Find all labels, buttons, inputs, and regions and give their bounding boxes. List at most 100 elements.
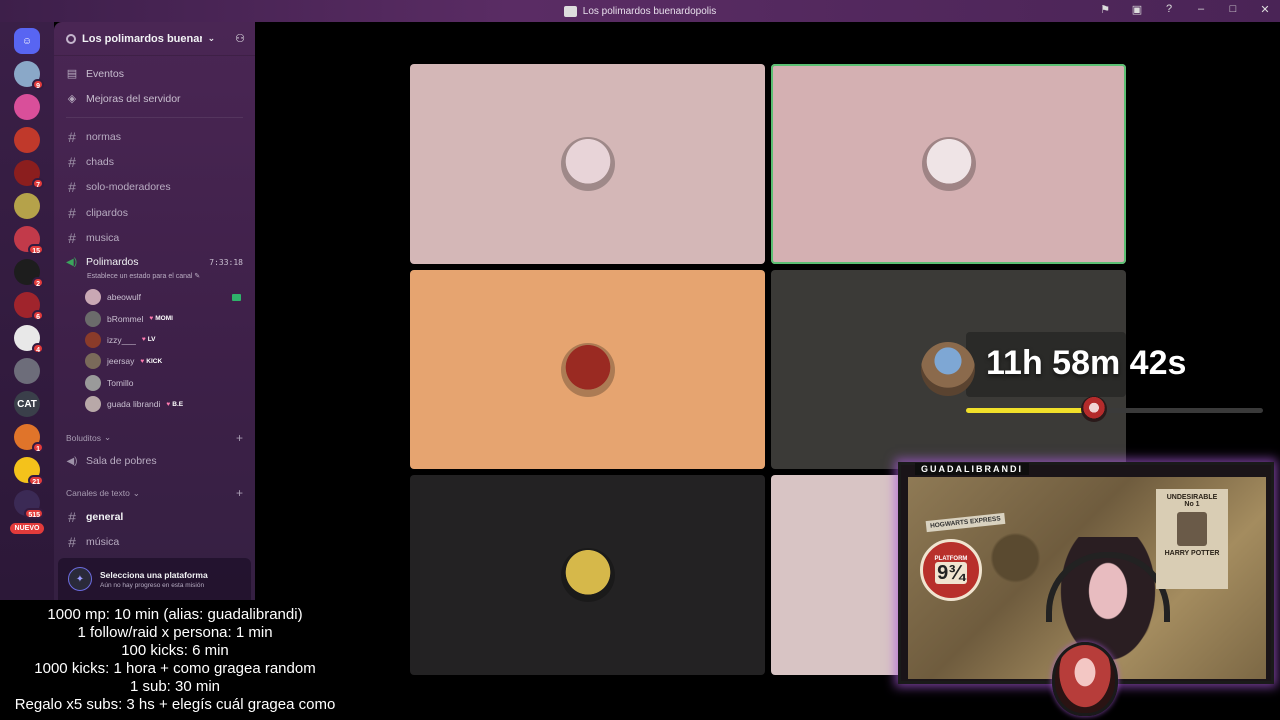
voice-channel-sala[interactable]: ◀) Sala de pobres: [54, 449, 255, 474]
voice-status[interactable]: Establece un estado para el canal ✎: [54, 272, 255, 286]
server-icon-server-4[interactable]: 7: [14, 160, 44, 189]
streamer-emblem: [1052, 642, 1118, 716]
server-icon-server-11[interactable]: 1: [14, 424, 44, 453]
voice-member-list: abeowulf bRommel ♥ MOMI izzy___ ♥ LV jeersay ♥ KI…: [54, 286, 255, 414]
express-label: HOGWARTS EXPRESS: [925, 512, 1006, 533]
mention-badge: 7: [32, 178, 44, 189]
discord-icon: ☺: [21, 35, 33, 47]
invite-icon[interactable]: ⚇: [235, 32, 245, 45]
server-icon-server-cat[interactable]: CAT: [14, 391, 40, 417]
hash-icon: #: [68, 229, 76, 246]
voice-member[interactable]: abeowulf: [54, 286, 255, 307]
channel-solo-moderadores[interactable]: # solo-moderadores: [54, 175, 255, 200]
screen-icon[interactable]: ▣: [1130, 3, 1144, 16]
server-icon-direct-messages[interactable]: ☺: [14, 28, 40, 54]
server-icon-server-5[interactable]: [14, 193, 40, 219]
hash-icon: #: [68, 534, 76, 551]
participant-avatar: [921, 137, 976, 191]
server-icon-server-9[interactable]: 4: [14, 325, 44, 354]
new-badge: NUEVO: [9, 523, 45, 534]
goal-line: 1 follow/raid x persona: 1 min: [77, 624, 273, 641]
timer-countdown: 11h 58m 42s: [986, 344, 1187, 382]
server-icon-server-10[interactable]: [14, 358, 40, 384]
divider: [66, 117, 243, 118]
channel-música[interactable]: # música: [54, 529, 255, 554]
server-icon-server-2[interactable]: [14, 94, 40, 120]
video-tile[interactable]: [771, 64, 1126, 264]
chevron-down-icon: ⌄: [103, 432, 112, 443]
channel-clipardos[interactable]: # clipardos: [54, 200, 255, 225]
member-name: Tomillo: [107, 377, 134, 388]
minimize-icon[interactable]: –: [1194, 3, 1208, 16]
inbox-icon[interactable]: ⚑: [1098, 3, 1112, 16]
voice-member[interactable]: bRommel ♥ MOMI: [54, 308, 255, 329]
channel-normas[interactable]: # normas: [54, 124, 255, 149]
timer-progress-fill: [966, 408, 1094, 413]
otter-avatar: [921, 342, 975, 396]
voice-member[interactable]: guada librandi ♥ B.E: [54, 393, 255, 414]
member-name: izzy___: [107, 334, 136, 345]
channel-sidebar: Los polimardos buenar... ⌄ ⚇ ▤ Eventos ◈…: [54, 22, 255, 600]
subathon-timer: 11h 58m 42s: [918, 332, 1263, 427]
add-channel-icon[interactable]: +: [236, 431, 243, 445]
maximize-icon[interactable]: □: [1226, 3, 1240, 16]
category-boluditos[interactable]: Boluditos ⌄ +: [54, 427, 255, 449]
member-tag: ♥ KICK: [140, 357, 163, 365]
avatar: [85, 310, 101, 327]
title-bar: Los polimardos buenardopolis ⚑ ▣ ? – □ ✕: [0, 0, 1280, 22]
channel-chads[interactable]: # chads: [54, 149, 255, 174]
hash-icon: #: [68, 508, 76, 525]
nav-eventos[interactable]: ▤ Eventos: [54, 61, 255, 86]
server-header[interactable]: Los polimardos buenar... ⌄ ⚇: [54, 22, 255, 56]
server-icon-server-6[interactable]: 15: [14, 226, 44, 255]
channel-list: # normas # chads # solo-moderadores # clipardos…: [54, 124, 255, 250]
text-channel-list: # general # música: [54, 504, 255, 555]
voice-member[interactable]: izzy___ ♥ LV: [54, 329, 255, 350]
mention-badge: 2: [32, 277, 44, 288]
server-icon-server-12[interactable]: 21: [14, 457, 44, 486]
category-texto[interactable]: Canales de texto ⌄ +: [54, 482, 255, 504]
close-icon[interactable]: ✕: [1258, 3, 1272, 16]
avatar: [85, 353, 101, 370]
stream-goals: 1000 mp: 10 min (alias: guadalibrandi) 1 …: [0, 606, 350, 714]
voice-channel-polimardos[interactable]: ◀) Polimardos 7:33:18: [54, 252, 255, 272]
server-icon-server-13[interactable]: 515: [14, 490, 44, 519]
video-tile[interactable]: [410, 64, 765, 264]
voice-member[interactable]: jeersay ♥ KICK: [54, 351, 255, 372]
help-icon[interactable]: ?: [1162, 3, 1176, 16]
participant-avatar: [560, 342, 615, 397]
chevron-down-icon[interactable]: ⌄: [208, 33, 216, 44]
quest-banner[interactable]: ✦ Selecciona una plataforma Aún no hay p…: [58, 558, 251, 600]
hash-icon: #: [68, 128, 76, 145]
avatar: [85, 374, 101, 391]
add-channel-icon[interactable]: +: [236, 486, 243, 500]
channel-general[interactable]: # general: [54, 504, 255, 529]
hash-icon: #: [68, 179, 76, 196]
goal-line: 1000 mp: 10 min (alias: guadalibrandi): [47, 606, 303, 623]
mention-badge: 1: [32, 442, 44, 453]
video-tile[interactable]: [410, 270, 765, 469]
nav-mejoras[interactable]: ◈ Mejoras del servidor: [54, 86, 255, 111]
mention-badge: 21: [28, 475, 44, 486]
platform-sign: PLATFORM 9¾: [920, 539, 982, 601]
member-tag: ♥ LV: [141, 336, 156, 344]
goal-line: 100 kicks: 6 min: [121, 642, 229, 659]
pencil-icon[interactable]: ✎: [194, 273, 200, 280]
voice-timer: 7:33:18: [209, 257, 243, 267]
server-status-icon: [66, 33, 76, 44]
server-icon-server-3[interactable]: [14, 127, 40, 153]
mention-badge: 515: [24, 508, 44, 519]
goal-line: 1000 kicks: 1 hora + como gragea random: [34, 660, 316, 677]
hash-icon: #: [68, 204, 76, 221]
server-icon-server-1[interactable]: 9: [14, 61, 44, 90]
voice-member[interactable]: Tomillo: [54, 372, 255, 393]
server-icon-server-8[interactable]: 6: [14, 292, 44, 321]
heart-icon: ♥: [166, 400, 171, 408]
mention-badge: 15: [28, 244, 44, 255]
server-icon-server-7[interactable]: 2: [14, 259, 44, 288]
heart-icon: ♥: [141, 336, 146, 344]
speaker-icon: ◀): [66, 256, 78, 268]
video-tile[interactable]: [410, 475, 765, 675]
channel-musica[interactable]: # musica: [54, 225, 255, 250]
timer-progress-bar: [966, 396, 1263, 422]
